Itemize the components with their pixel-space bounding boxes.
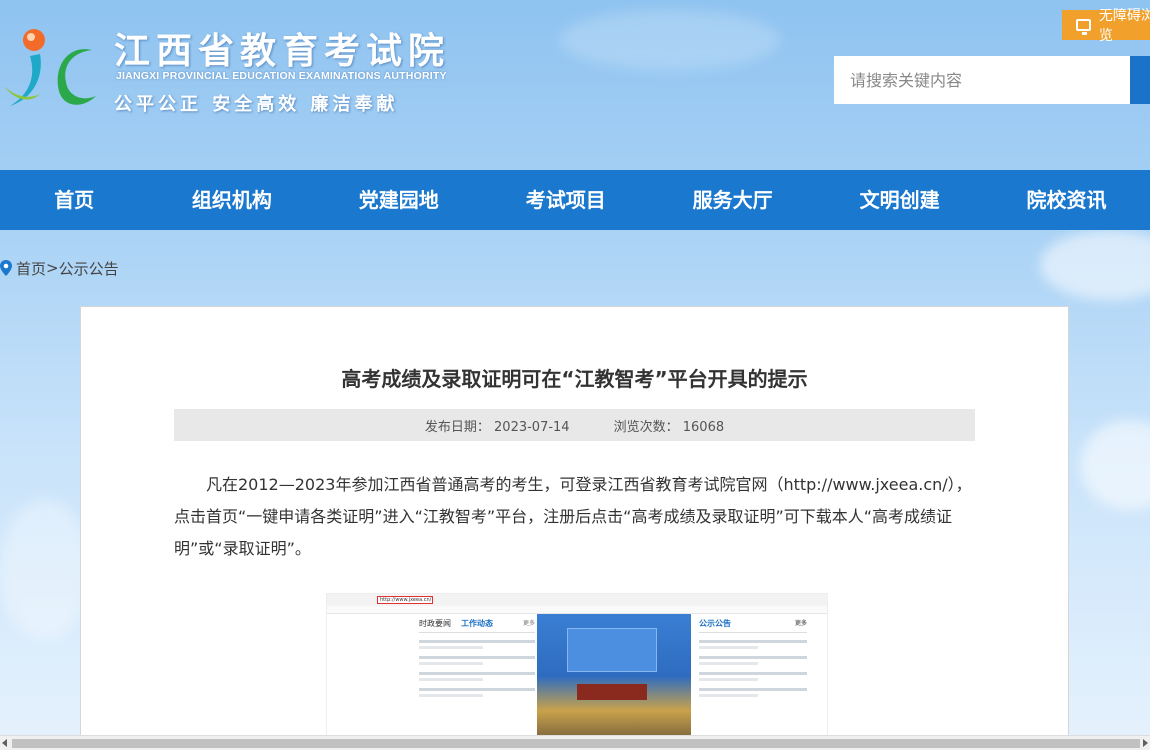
notice-column: 公示公告 更多 (699, 618, 807, 697)
nav-item-exam-projects[interactable]: 考试项目 (482, 170, 649, 230)
site-header: 江西省教育考试院 JIANGXI PROVINCIAL EDUCATION EX… (0, 0, 1150, 170)
nav-item-college-news[interactable]: 院校资讯 (983, 170, 1150, 230)
monitor-icon (1076, 19, 1091, 35)
accessibility-button[interactable]: 无障碍浏览 (1062, 8, 1150, 44)
site-name: 江西省教育考试院 (114, 30, 451, 72)
horizontal-scrollbar[interactable] (0, 735, 1150, 750)
nav-item-civilization[interactable]: 文明创建 (816, 170, 983, 230)
site-logo[interactable] (0, 24, 100, 114)
article-image: http://www.jxeea.cn/ 时政要闻 工作动态 更多 公示公告 更… (326, 593, 828, 750)
more-link: 更多 (522, 620, 535, 627)
breadcrumb: 首页 > 公示公告 (0, 256, 119, 280)
article-panel: 高考成绩及录取证明可在“江教智考”平台开具的提示 发布日期： 2023-07-1… (80, 306, 1069, 750)
news-column: 时政要闻 工作动态 更多 (419, 618, 535, 697)
article-body: 凡在2012—2023年参加江西省普通高考的考生，可登录江西省教育考试院官网（h… (174, 475, 972, 558)
view-count: 浏览次数： 16068 (613, 419, 725, 435)
breadcrumb-home[interactable]: 首页 (16, 258, 46, 279)
breadcrumb-separator: > (46, 259, 59, 277)
tab-politics: 时政要闻 (419, 619, 451, 628)
nav-item-home[interactable]: 首页 (0, 170, 148, 230)
scrollbar-thumb[interactable] (12, 739, 1140, 748)
publish-date: 发布日期： 2023-07-14 (424, 419, 570, 435)
location-pin-icon (0, 260, 12, 276)
site-name-en: JIANGXI PROVINCIAL EDUCATION EXAMINATION… (116, 70, 447, 82)
site-slogan: 公平公正 安全高效 廉洁奉献 (114, 94, 399, 115)
nav-item-organization[interactable]: 组织机构 (148, 170, 315, 230)
search-button[interactable] (1130, 56, 1150, 104)
nav-item-service-hall[interactable]: 服务大厅 (649, 170, 816, 230)
main-nav: 首页 组织机构 党建园地 考试项目 服务大厅 文明创建 院校资讯 (0, 170, 1150, 230)
press-conference-photo (537, 614, 691, 750)
bookmark-bar (327, 606, 827, 614)
article-meta: 发布日期： 2023-07-14 浏览次数： 16068 (174, 409, 975, 441)
scroll-right-icon[interactable] (1143, 739, 1148, 747)
breadcrumb-current[interactable]: 公示公告 (59, 258, 119, 279)
scroll-left-icon[interactable] (2, 739, 7, 747)
accessibility-label: 无障碍浏览 (1098, 8, 1150, 44)
browser-url: http://www.jxeea.cn/ (377, 596, 433, 604)
tab-work: 工作动态 (461, 619, 493, 628)
notice-header: 公示公告 (699, 619, 731, 628)
search-input[interactable] (834, 56, 1130, 104)
article-title: 高考成绩及录取证明可在“江教智考”平台开具的提示 (341, 367, 808, 391)
nav-item-party-building[interactable]: 党建园地 (315, 170, 482, 230)
notice-more-link: 更多 (794, 620, 807, 627)
